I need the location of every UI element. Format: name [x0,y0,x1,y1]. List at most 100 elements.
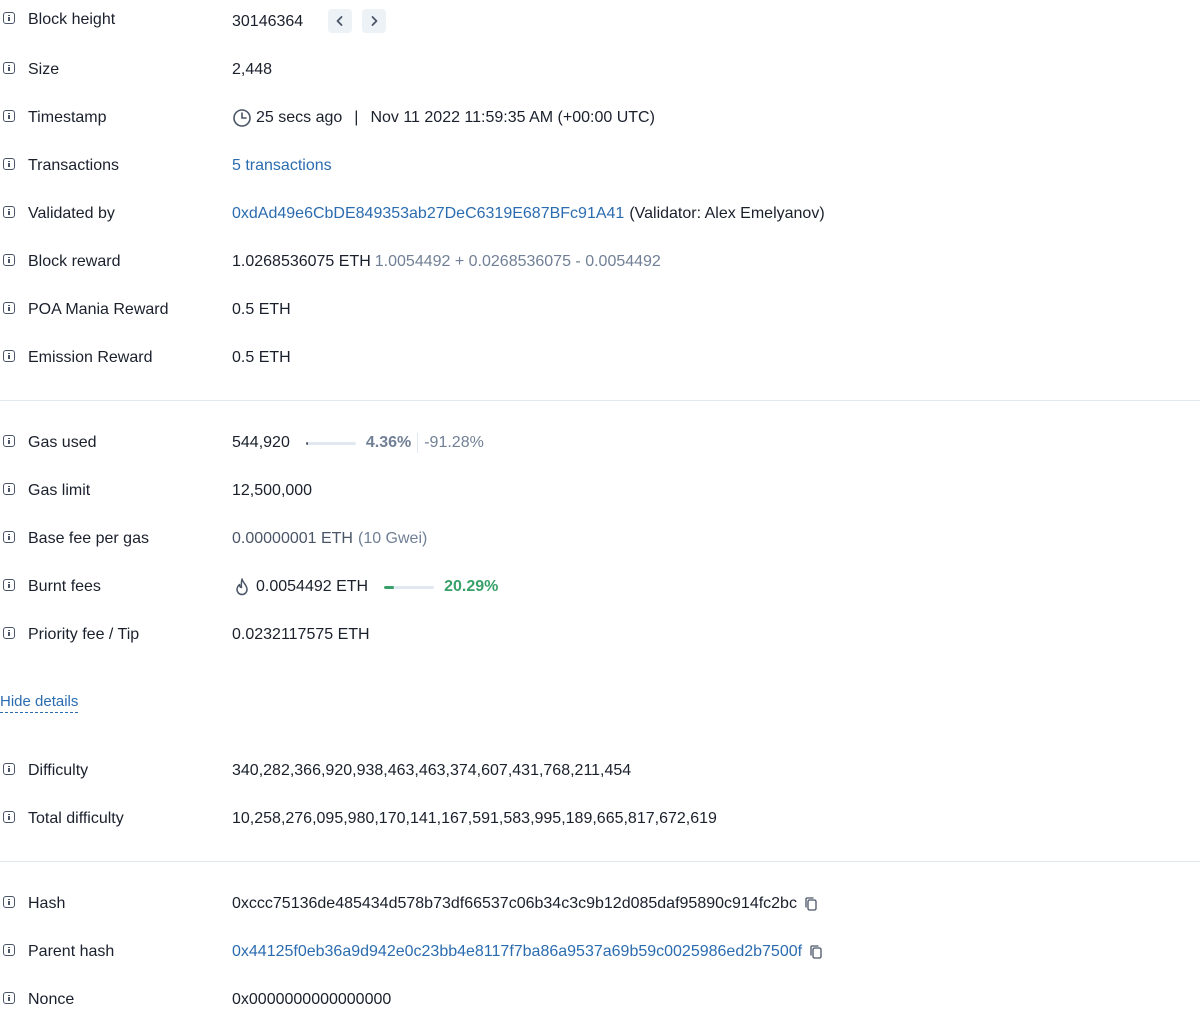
timestamp-absolute: Nov 11 2022 11:59:35 AM (+00:00 UTC) [370,109,655,126]
size-label: Size [28,61,60,78]
info-icon[interactable] [3,302,15,314]
block-height-label: Block height [28,11,116,28]
info-icon[interactable] [3,435,15,447]
gas-used-label: Gas used [28,434,97,451]
row-size: Size 2,448 [0,58,1200,82]
info-icon[interactable] [3,62,15,74]
hide-details-link[interactable]: Hide details [0,692,79,713]
row-hash: Hash 0xccc75136de485434d578b73df66537c06… [0,892,1200,916]
gas-used-bar [305,441,356,445]
burnt-fees-label: Burnt fees [28,578,101,595]
base-fee-value: 0.00000001 ETH [232,530,353,547]
section-divider [0,861,1200,862]
copy-icon[interactable] [803,896,819,912]
transactions-link[interactable]: 5 transactions [232,154,332,178]
block-height-value: 30146364 [232,13,304,30]
info-icon[interactable] [3,483,15,495]
next-block-button[interactable] [362,9,387,33]
info-icon[interactable] [3,896,15,908]
gas-used-separator [417,433,419,453]
row-validated-by: Validated by 0xdAd49e6CbDE849353ab27DeC6… [0,202,1200,226]
row-burnt-fees: Burnt fees 0.0054492 ETH 20.29% [0,575,1200,599]
row-block-height: Block height 30146364 [0,8,1200,34]
size-value: 2,448 [232,61,273,78]
poa-mania-reward-value: 0.5 ETH [232,301,291,318]
base-fee-label: Base fee per gas [28,530,149,547]
nonce-label: Nonce [28,991,75,1008]
base-fee-gwei: (10 Gwei) [357,530,428,547]
row-block-reward: Block reward 1.0268536075 ETH 1.0054492 … [0,250,1200,274]
block-reward-value: 1.0268536075 ETH [232,253,371,270]
burnt-fees-bar-fill [384,585,395,589]
info-icon[interactable] [3,627,15,639]
timestamp-label: Timestamp [28,109,107,126]
validated-by-value: 0xdAd49e6CbDE849353ab27DeC6319E687BFc91A… [232,202,825,226]
section-divider [0,400,1200,401]
copy-icon[interactable] [808,944,824,960]
transactions-label: Transactions [28,157,119,174]
flame-icon [236,578,248,596]
burnt-fees-percent: 20.29% [444,578,499,595]
burnt-fees-value: 0.0054492 ETH [256,578,369,595]
info-icon[interactable] [3,763,15,775]
timestamp-separator: | [354,109,359,126]
info-icon[interactable] [3,811,15,823]
block-reward-label: Block reward [28,253,121,270]
row-base-fee: Base fee per gas 0.00000001 ETH (10 Gwei… [0,527,1200,551]
emission-reward-label: Emission Reward [28,349,153,366]
row-poa-mania-reward: POA Mania Reward 0.5 ETH [0,298,1200,322]
hash-value: 0xccc75136de485434d578b73df66537c06b34c3… [232,895,797,912]
block-reward-value-wrap: 1.0268536075 ETH 1.0054492 + 0.026853607… [232,250,661,274]
info-icon[interactable] [3,158,15,170]
info-icon[interactable] [3,206,15,218]
row-nonce: Nonce 0x0000000000000000 [0,988,1200,1012]
chevron-left-icon [336,16,343,26]
info-icon[interactable] [3,350,15,362]
total-difficulty-label: Total difficulty [28,810,124,827]
row-gas-used: Gas used 544,920 4.36% -91.28% [0,431,1200,455]
row-timestamp: Timestamp 25 secs ago | Nov 11 2022 11:5… [0,106,1200,130]
info-icon[interactable] [3,992,15,1004]
gas-limit-label: Gas limit [28,482,91,499]
gas-limit-value: 12,500,000 [232,482,313,499]
validated-by-label: Validated by [28,205,115,222]
difficulty-value: 340,282,366,920,938,463,463,374,607,431,… [232,762,632,779]
chevron-right-icon [371,16,378,26]
nonce-value: 0x0000000000000000 [232,991,392,1008]
parent-hash-link[interactable]: 0x44125f0eb36a9d942e0c23bb4e8117f7ba86a9… [232,940,802,964]
parent-hash-label: Parent hash [28,943,115,960]
validator-note: (Validator: Alex Emelyanov) [629,205,825,222]
gas-used-value: 544,920 [232,434,290,451]
block-reward-breakdown: 1.0054492 + 0.0268536075 - 0.0054492 [374,253,661,270]
timestamp-relative: 25 secs ago [256,109,343,126]
priority-fee-label: Priority fee / Tip [28,626,140,643]
info-icon[interactable] [3,110,15,122]
parent-hash-value-wrap: 0x44125f0eb36a9d942e0c23bb4e8117f7ba86a9… [232,940,824,964]
hash-label: Hash [28,895,66,912]
gas-used-bar-fill [305,441,309,445]
info-icon[interactable] [3,579,15,591]
row-emission-reward: Emission Reward 0.5 ETH [0,346,1200,370]
hash-value-wrap: 0xccc75136de485434d578b73df66537c06b34c3… [232,892,819,916]
priority-fee-value: 0.0232117575 ETH [232,626,370,643]
prev-block-button[interactable] [328,9,353,33]
validator-address-link[interactable]: 0xdAd49e6CbDE849353ab27DeC6319E687BFc91A… [232,202,624,226]
row-gas-limit: Gas limit 12,500,000 [0,479,1200,503]
block-height-value-wrap: 30146364 [232,8,387,34]
row-transactions: Transactions 5 transactions [0,154,1200,178]
row-difficulty: Difficulty 340,282,366,920,938,463,463,3… [0,759,1200,783]
burnt-fees-bar [384,585,435,589]
info-icon[interactable] [3,254,15,266]
timestamp-value: 25 secs ago | Nov 11 2022 11:59:35 AM (+… [232,106,655,130]
gas-used-percent: 4.36% [365,434,412,451]
poa-mania-reward-label: POA Mania Reward [28,301,169,318]
info-icon[interactable] [3,944,15,956]
burnt-fees-value-wrap: 0.0054492 ETH 20.29% [232,575,498,599]
info-icon[interactable] [3,531,15,543]
emission-reward-value: 0.5 ETH [232,349,291,366]
difficulty-label: Difficulty [28,762,89,779]
base-fee-value-wrap: 0.00000001 ETH (10 Gwei) [232,527,427,551]
info-icon[interactable] [3,12,15,24]
row-priority-fee: Priority fee / Tip 0.0232117575 ETH [0,623,1200,647]
row-total-difficulty: Total difficulty 10,258,276,095,980,170,… [0,807,1200,831]
